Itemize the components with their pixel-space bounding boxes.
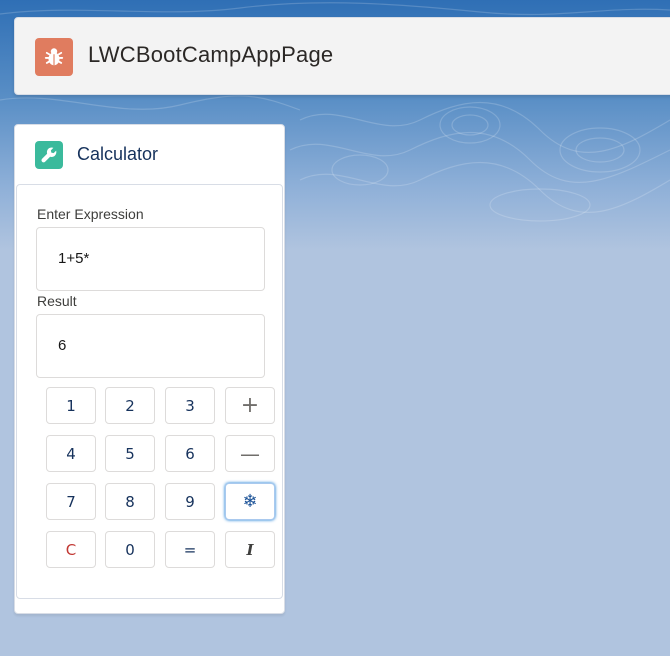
expression-input[interactable]: 1+5* — [36, 227, 265, 291]
add-button[interactable]: + — [225, 387, 275, 424]
key-8-button[interactable]: 8 — [105, 483, 155, 520]
subtract-button[interactable]: — — [225, 435, 275, 472]
bug-icon — [35, 38, 73, 76]
key-6-button[interactable]: 6 — [165, 435, 215, 472]
result-value: 6 — [58, 337, 67, 354]
key-1-button[interactable]: 1 — [46, 387, 96, 424]
result-field: 6 — [36, 314, 265, 378]
divide-italic-button[interactable]: I — [225, 531, 275, 568]
wrench-icon — [35, 141, 63, 169]
key-5-button[interactable]: 5 — [105, 435, 155, 472]
clear-button[interactable]: C — [46, 531, 96, 568]
multiply-snowflake-button[interactable]: ❄ — [225, 483, 275, 520]
key-4-button[interactable]: 4 — [46, 435, 96, 472]
key-2-button[interactable]: 2 — [105, 387, 155, 424]
equals-button[interactable]: = — [165, 531, 215, 568]
expression-label: Enter Expression — [37, 206, 144, 222]
result-label: Result — [37, 293, 77, 309]
page-title: LWCBootCampAppPage — [88, 42, 334, 67]
keypad: 1 2 3 + 4 5 6 — 7 8 9 ❄ C 0 = I — [46, 387, 275, 569]
key-3-button[interactable]: 3 — [165, 387, 215, 424]
key-0-button[interactable]: 0 — [105, 531, 155, 568]
page-header: LWCBootCampAppPage — [14, 17, 670, 95]
calculator-body: Enter Expression 1+5* Result 6 1 2 3 + 4… — [16, 184, 283, 599]
calculator-card: Calculator Enter Expression 1+5* Result … — [14, 124, 285, 614]
expression-value: 1+5* — [58, 250, 90, 267]
card-title: Calculator — [77, 144, 159, 164]
key-7-button[interactable]: 7 — [46, 483, 96, 520]
key-9-button[interactable]: 9 — [165, 483, 215, 520]
